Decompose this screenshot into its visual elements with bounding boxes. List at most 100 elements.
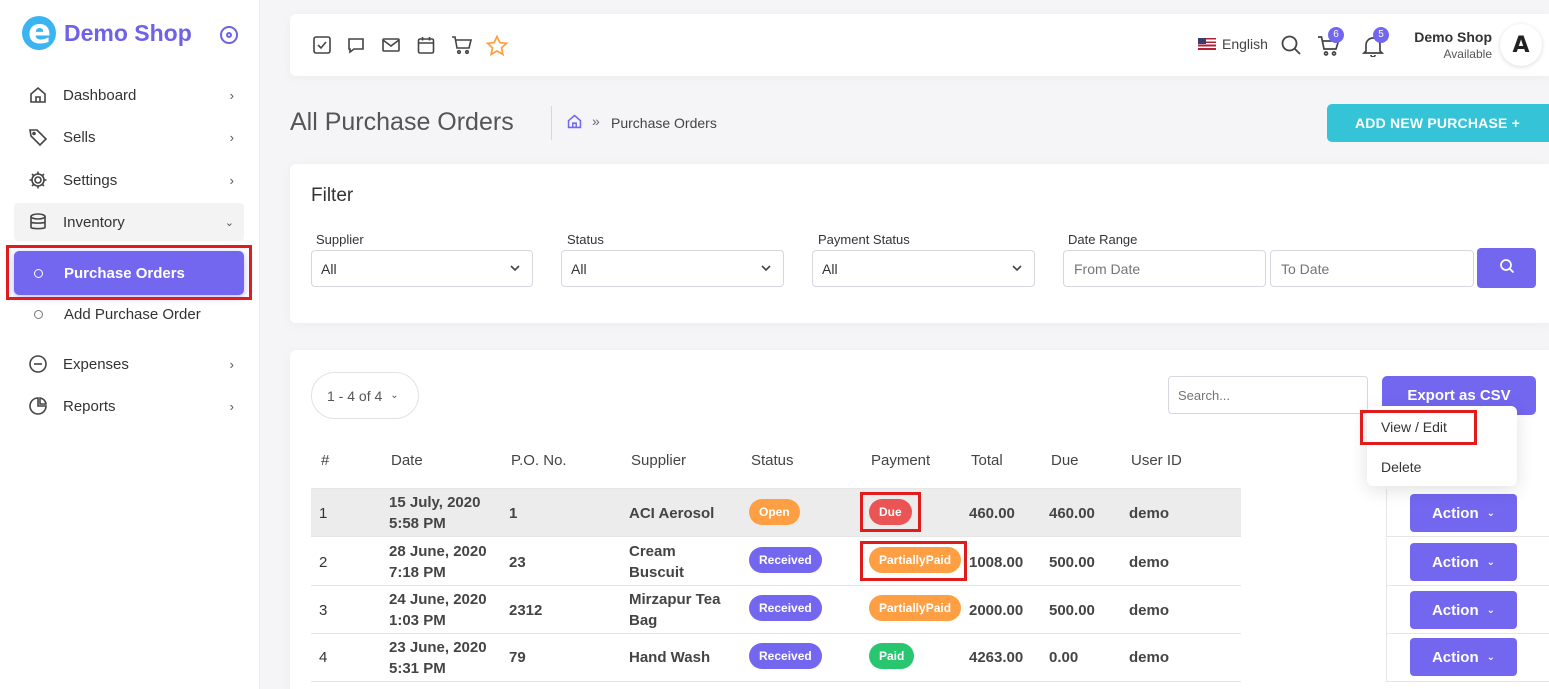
to-date-input[interactable] [1270,250,1474,287]
home-icon [28,85,48,105]
home-icon[interactable] [566,113,583,135]
database-icon [28,212,48,232]
action-label: Action [1431,601,1479,619]
status-label: Status [567,232,604,247]
top-navbar: English 6 5 Demo Shop Available A [290,14,1549,76]
action-label: Action [1431,553,1479,571]
row-date: 28 June, 2020 7:18 PM [389,541,487,583]
sidebar-item-label: Settings [63,171,118,189]
sidebar-subitem-add-purchase-order[interactable]: Add Purchase Order [14,292,244,336]
sidebar-item-inventory[interactable]: Inventory ⌄ [14,203,244,241]
mail-icon[interactable] [381,35,401,55]
chevron-down-icon [759,261,773,278]
avatar-letter: A [1512,32,1530,58]
chevron-down-icon [508,261,522,278]
po-number: 2312 [509,602,543,619]
logo-icon [22,16,56,50]
sidebar-subitem-purchase-orders[interactable]: Purchase Orders [14,251,244,295]
date-range-label: Date Range [1068,232,1138,247]
column-header[interactable]: P.O. No. [511,452,567,469]
supplier-value: All [321,260,337,277]
breadcrumb[interactable]: Purchase Orders [611,115,717,131]
payment-status-select[interactable]: All [812,250,1035,287]
column-header[interactable]: Status [751,452,794,469]
calendar-icon[interactable] [416,35,436,55]
cart-icon[interactable] [451,35,473,55]
page-title: All Purchase Orders [290,108,514,136]
row-number: 2 [319,554,328,571]
column-header[interactable]: Total [971,452,1003,469]
chat-icon[interactable] [346,35,366,55]
sidebar-item-dashboard[interactable]: Dashboard › [14,76,244,114]
user-id: demo [1129,649,1170,666]
pagination-selector[interactable]: 1 - 4 of 4 ⌄ [311,372,419,419]
circle-icon [34,268,43,278]
chevron-right-icon: › [229,87,234,103]
sidebar-item-settings[interactable]: Settings › [14,161,244,199]
delete-menu-item[interactable]: Delete [1381,459,1421,475]
breadcrumb-separator: » [592,113,600,129]
sidebar-subitem-label: Add Purchase Order [64,305,201,323]
status-badge: Received [749,595,822,621]
row-date: 15 July, 2020 5:58 PM [389,492,480,534]
action-label: Action [1431,504,1479,522]
search-icon[interactable] [1280,34,1301,55]
language-label: English [1222,36,1268,52]
column-header[interactable]: User ID [1131,452,1182,469]
action-button[interactable]: Action ⌄ [1410,543,1517,581]
chevron-down-icon: ⌄ [1486,507,1496,519]
add-new-purchase-button[interactable]: ADD NEW PURCHASE + [1327,104,1549,142]
view-edit-menu-item[interactable]: View / Edit [1381,419,1447,435]
column-header[interactable]: Date [391,452,423,469]
po-number: 23 [509,554,526,571]
sidebar-item-reports[interactable]: Reports › [14,387,244,425]
check-square-icon[interactable] [312,35,332,55]
total-value: 1008.00 [969,554,1024,571]
due-value: 500.00 [1049,602,1095,619]
column-header[interactable]: # [321,452,329,469]
chevron-right-icon: › [229,129,234,145]
user-id: demo [1129,602,1170,619]
supplier-select[interactable]: All [311,250,533,287]
star-icon[interactable] [485,34,509,57]
time-line: 1:03 PM [389,612,446,629]
from-date-input[interactable] [1063,250,1266,287]
column-header[interactable]: Due [1051,452,1079,469]
supplier-name: Mirzapur Tea Bag [629,589,720,631]
column-header[interactable]: Supplier [631,452,686,469]
sidebar-item-label: Reports [63,397,116,415]
action-button[interactable]: Action ⌄ [1410,591,1517,629]
cart-count-badge: 6 [1328,27,1344,43]
status-select[interactable]: All [561,250,784,287]
avatar[interactable]: A [1500,24,1542,66]
action-button[interactable]: Action ⌄ [1410,638,1517,676]
date-line: 23 June, 2020 [389,639,487,656]
filter-search-button[interactable] [1477,248,1536,288]
date-line: 24 June, 2020 [389,591,487,608]
total-value: 2000.00 [969,602,1024,619]
po-number: 79 [509,649,526,666]
sidebar-toggle-icon[interactable] [220,26,238,44]
action-button[interactable]: Action ⌄ [1410,494,1517,532]
action-label: Action [1431,648,1479,666]
supplier-line: Mirzapur Tea [629,591,721,608]
status-badge: Open [749,499,800,525]
chevron-down-icon: ⌄ [1486,651,1496,663]
table-search-input[interactable] [1168,376,1368,414]
sidebar-item-label: Dashboard [63,86,137,104]
supplier-name: ACI Aerosol [629,503,714,524]
sidebar-item-sells[interactable]: Sells › [14,118,244,156]
time-line: 7:18 PM [389,564,446,581]
row-date: 24 June, 2020 1:03 PM [389,589,487,631]
sidebar-item-expenses[interactable]: Expenses › [14,345,244,383]
brand-logo[interactable]: Demo Shop [22,16,192,50]
user-name[interactable]: Demo Shop [1370,29,1492,45]
language-selector[interactable]: English [1198,36,1268,52]
sidebar: Demo Shop Dashboard › Sells › Settings ›… [0,0,260,689]
date-line: 15 July, 2020 [389,494,481,511]
circle-icon [34,309,43,319]
status-badge: Received [749,643,822,669]
due-value: 0.00 [1049,649,1079,666]
chevron-right-icon: › [229,172,234,188]
column-header[interactable]: Payment [871,452,930,469]
